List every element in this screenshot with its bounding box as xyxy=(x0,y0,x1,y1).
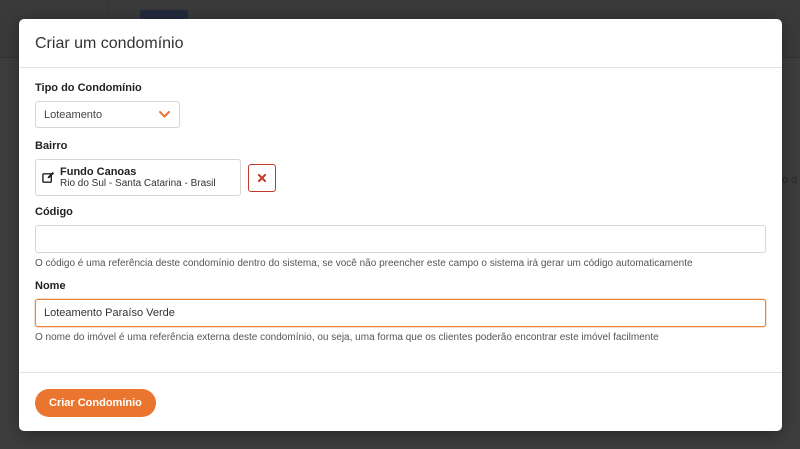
modal-header: Criar um condomínio xyxy=(19,19,782,68)
tipo-selected-value: Loteamento xyxy=(44,108,103,121)
chevron-down-icon xyxy=(159,111,170,118)
nome-input[interactable] xyxy=(35,299,766,327)
remove-bairro-button[interactable] xyxy=(248,164,276,192)
bairro-name: Fundo Canoas xyxy=(60,165,137,178)
modal-body: Tipo do Condomínio Loteamento Bairro Fun… xyxy=(19,68,782,372)
codigo-input[interactable] xyxy=(35,225,766,253)
tipo-select[interactable]: Loteamento xyxy=(35,101,180,128)
create-condominium-modal: Criar um condomínio Tipo do Condomínio L… xyxy=(19,19,782,431)
tipo-label: Tipo do Condomínio xyxy=(35,82,142,94)
edit-icon xyxy=(42,171,55,183)
codigo-help: O código é uma referência deste condomín… xyxy=(35,258,693,269)
bairro-card[interactable]: Fundo Canoas Rio do Sul - Santa Catarina… xyxy=(35,159,241,196)
nome-label: Nome xyxy=(35,280,66,292)
nome-help: O nome do imóvel é uma referência extern… xyxy=(35,332,659,343)
close-icon xyxy=(258,174,266,182)
bairro-text: Fundo Canoas Rio do Sul - Santa Catarina… xyxy=(60,166,216,190)
bairro-location: Rio do Sul - Santa Catarina - Brasil xyxy=(60,177,216,189)
bairro-label: Bairro xyxy=(35,140,68,152)
bairro-row: Fundo Canoas Rio do Sul - Santa Catarina… xyxy=(35,159,766,196)
create-condominium-button[interactable]: Criar Condomínio xyxy=(35,389,156,417)
modal-title: Criar um condomínio xyxy=(35,35,184,52)
codigo-label: Código xyxy=(35,206,73,218)
modal-footer: Criar Condomínio xyxy=(19,372,782,431)
